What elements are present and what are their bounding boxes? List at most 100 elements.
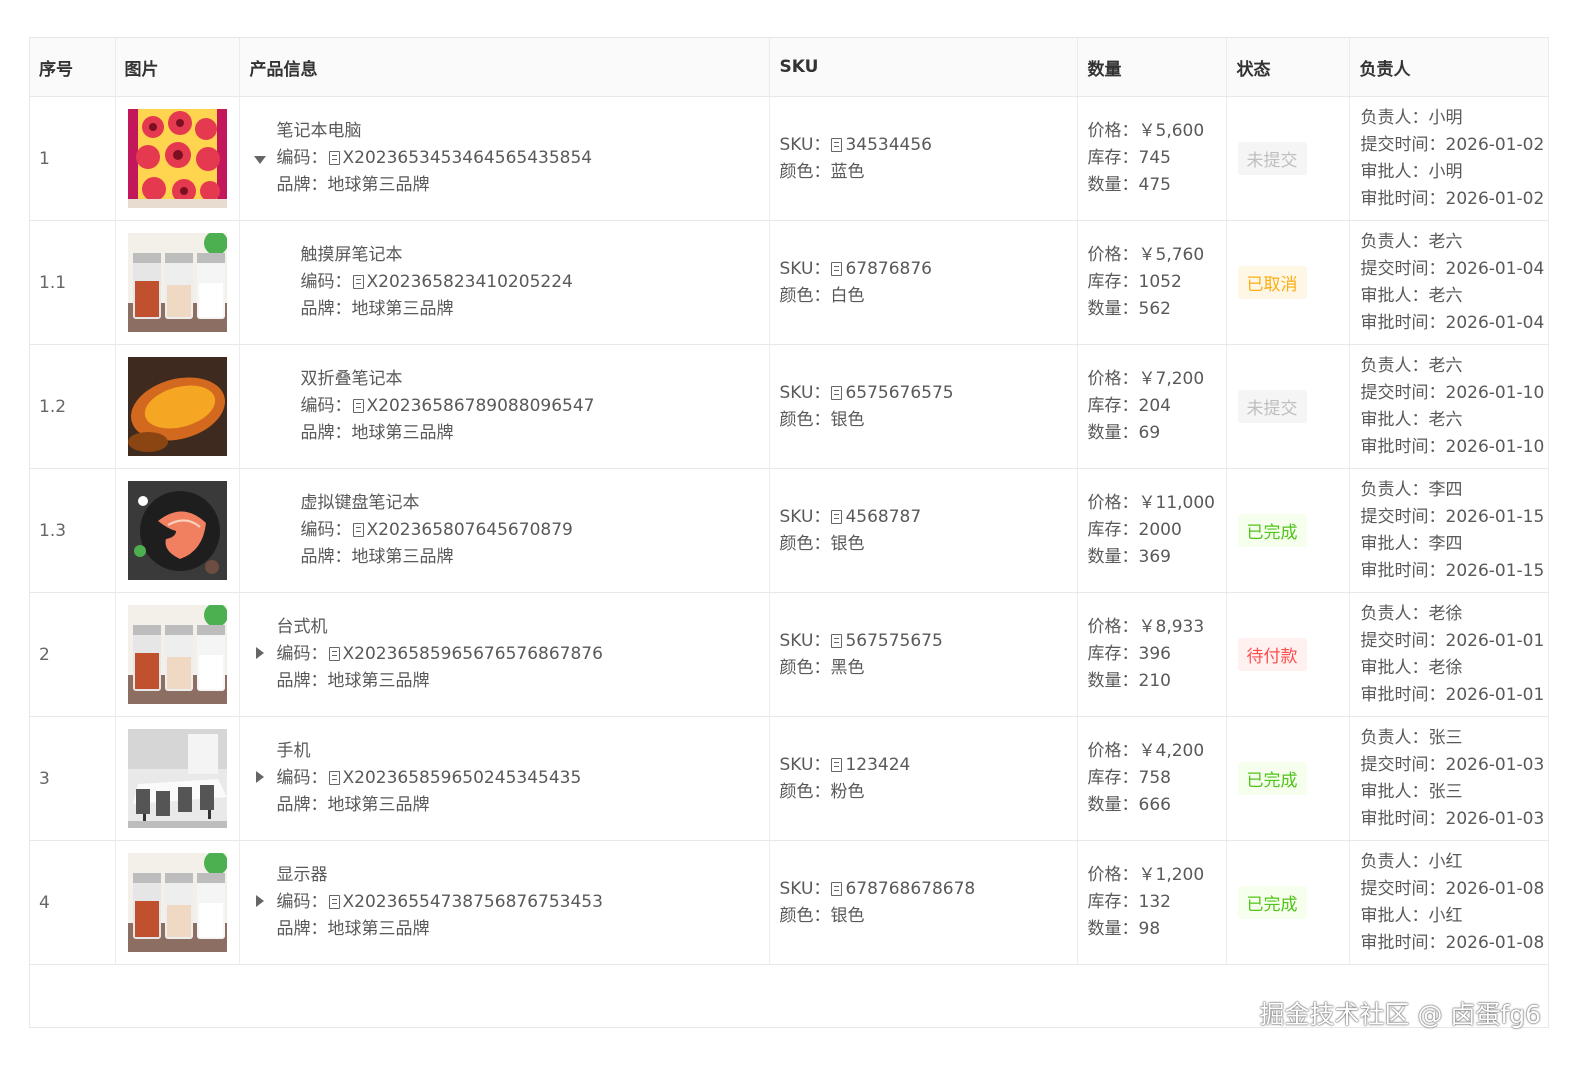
submit-time-label: 提交时间：	[1360, 878, 1446, 899]
product-image[interactable]	[127, 109, 227, 208]
qty-label: 数量：	[1087, 919, 1139, 939]
submit-time-value: 2026-01-04	[1445, 258, 1545, 279]
submit-time-label: 提交时间：	[1360, 506, 1446, 527]
stock-value: 758	[1138, 768, 1171, 788]
sku-value: 4568787	[845, 506, 922, 527]
product-code: X20236554738756876753453	[342, 892, 603, 912]
sku-value: 6575676575	[845, 382, 954, 403]
product-image[interactable]	[127, 851, 228, 952]
product-image[interactable]	[127, 603, 228, 704]
row-index: 2	[30, 592, 116, 717]
product-name: 台式机	[276, 617, 328, 637]
product-image-cell	[115, 592, 240, 717]
sku-label: SKU：	[779, 506, 831, 527]
copy-icon[interactable]	[352, 275, 364, 289]
status-cell: 未提交	[1226, 344, 1350, 469]
header-sku[interactable]: SKU	[769, 38, 1078, 97]
product-code: X202365823410205224	[366, 272, 573, 292]
qty-label: 数量：	[1087, 795, 1139, 815]
product-code: X20236585965676576867876	[342, 644, 603, 664]
copy-icon[interactable]	[831, 509, 843, 524]
owner-label: 负责人：	[1360, 355, 1429, 376]
product-image-cell	[115, 716, 240, 841]
owner-cell: 负责人：老六 提交时间：2026-01-04 审批人：老六 审批时间：2026-…	[1349, 220, 1549, 345]
code-label: 编码：	[276, 148, 328, 168]
color-value: 银色	[830, 533, 865, 554]
copy-icon[interactable]	[831, 137, 843, 152]
price-value: ￥5,600	[1138, 121, 1205, 141]
owner-cell: 负责人：老六 提交时间：2026-01-10 审批人：老六 审批时间：2026-…	[1349, 344, 1549, 469]
approver-label: 审批人：	[1360, 905, 1429, 926]
price-label: 价格：	[1087, 617, 1139, 637]
owner-value: 小红	[1428, 851, 1463, 872]
code-label: 编码：	[300, 396, 352, 416]
color-label: 颜色：	[779, 161, 831, 182]
header-owner[interactable]: 负责人	[1349, 38, 1549, 97]
product-image[interactable]	[127, 729, 227, 828]
copy-icon[interactable]	[831, 261, 843, 276]
copy-icon[interactable]	[328, 647, 340, 661]
product-image[interactable]	[127, 357, 227, 456]
product-brand: 地球第三品牌	[351, 423, 454, 443]
product-info-cell: 双折叠笔记本 编码： X20236586789088096547 品牌：地球第三品…	[239, 344, 770, 469]
approver-label: 审批人：	[1360, 161, 1429, 182]
qty-value: 210	[1138, 671, 1171, 691]
stock-value: 1052	[1138, 272, 1182, 292]
product-image-cell	[115, 344, 240, 469]
expand-caret-icon[interactable]	[255, 647, 264, 659]
qty-value: 98	[1138, 919, 1161, 939]
product-name: 显示器	[276, 865, 328, 885]
sku-value: 34534456	[845, 134, 932, 155]
product-image[interactable]	[127, 481, 227, 580]
copy-icon[interactable]	[328, 771, 340, 785]
quantity-cell: 价格：￥1,200 库存：132 数量：98	[1077, 840, 1227, 965]
status-cell: 待付款	[1226, 592, 1350, 717]
copy-icon[interactable]	[831, 633, 843, 648]
owner-value: 李四	[1428, 479, 1463, 500]
owner-label: 负责人：	[1360, 479, 1429, 500]
price-value: ￥7,200	[1138, 369, 1205, 389]
table-row: 1.1 触摸屏笔记本 编码： X202365823410205224 品牌：地球第…	[30, 220, 1549, 345]
expand-caret-icon[interactable]	[255, 771, 264, 783]
stock-value: 396	[1138, 644, 1171, 664]
approve-time-value: 2026-01-03	[1445, 808, 1545, 829]
copy-icon[interactable]	[831, 757, 843, 772]
product-table: 序号 图片 产品信息 SKU 数量 状态 负责人 1 笔记本电脑 编码： X202…	[29, 37, 1549, 1028]
header-index[interactable]: 序号	[30, 38, 116, 97]
copy-icon[interactable]	[831, 385, 843, 400]
stock-label: 库存：	[1087, 768, 1139, 788]
header-image[interactable]: 图片	[115, 38, 240, 97]
header-quantity[interactable]: 数量	[1077, 38, 1227, 97]
color-value: 银色	[830, 409, 865, 430]
status-badge: 待付款	[1237, 638, 1307, 671]
copy-icon[interactable]	[352, 399, 364, 413]
color-label: 颜色：	[779, 781, 831, 802]
product-brand: 地球第三品牌	[327, 919, 430, 939]
collapse-caret-icon[interactable]	[253, 156, 266, 164]
sku-cell: SKU： 6575676575 颜色：银色	[769, 344, 1078, 469]
product-image[interactable]	[127, 231, 228, 332]
table-row: 1 笔记本电脑 编码： X2023653453464565435854 品牌：地球…	[30, 96, 1549, 221]
submit-time-value: 2026-01-10	[1445, 382, 1545, 403]
expand-caret-icon[interactable]	[255, 895, 264, 907]
header-product[interactable]: 产品信息	[239, 38, 770, 97]
approve-time-label: 审批时间：	[1360, 312, 1446, 333]
copy-icon[interactable]	[831, 881, 843, 896]
submit-time-label: 提交时间：	[1360, 382, 1446, 403]
owner-cell: 负责人：小明 提交时间：2026-01-02 审批人：小明 审批时间：2026-…	[1349, 96, 1549, 221]
status-cell: 已完成	[1226, 840, 1350, 965]
header-status[interactable]: 状态	[1226, 38, 1350, 97]
sku-value: 67876876	[845, 258, 932, 279]
copy-icon[interactable]	[328, 151, 340, 165]
product-name: 虚拟键盘笔记本	[300, 493, 420, 513]
qty-label: 数量：	[1087, 175, 1139, 195]
table-row: 3 手机 编码： X202365859650245345435 品牌：地球第三品牌…	[30, 716, 1549, 841]
submit-time-label: 提交时间：	[1360, 754, 1446, 775]
product-code: X2023653453464565435854	[342, 148, 593, 168]
copy-icon[interactable]	[352, 523, 364, 537]
row-index: 1.2	[30, 344, 116, 469]
approver-value: 老六	[1428, 409, 1463, 430]
copy-icon[interactable]	[328, 895, 340, 909]
approver-value: 老六	[1428, 285, 1463, 306]
product-image-cell	[115, 468, 240, 593]
